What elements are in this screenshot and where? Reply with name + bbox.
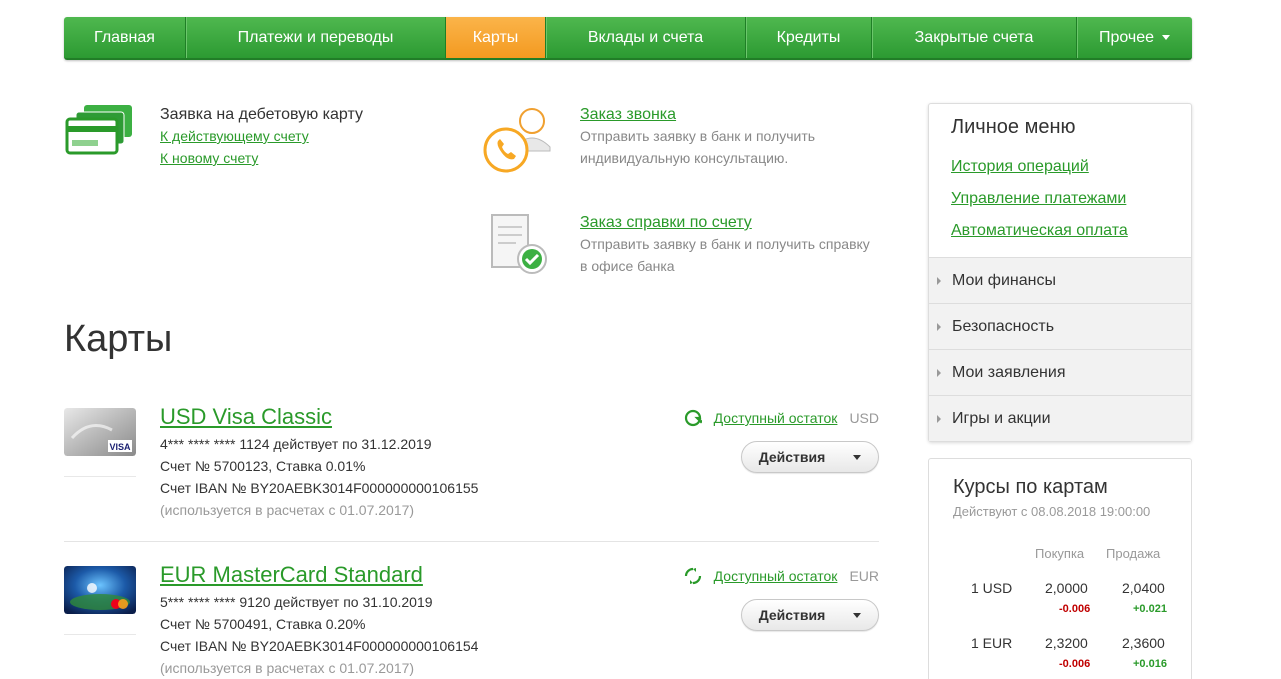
refresh-icon[interactable] bbox=[684, 409, 702, 427]
nav-item-closed-accounts[interactable]: Закрытые счета bbox=[872, 17, 1077, 58]
divider bbox=[64, 541, 879, 542]
card-account: Счет № 5700123, Ставка 0.01% bbox=[160, 458, 366, 474]
personal-menu-header: Личное меню История операций Управление … bbox=[929, 104, 1191, 258]
nav-item-other[interactable]: Прочее bbox=[1077, 17, 1192, 58]
cards-stack-icon bbox=[65, 105, 132, 155]
statement-link[interactable]: Заказ справки по счету bbox=[580, 214, 752, 231]
debit-card-title: Заявка на дебетовую карту bbox=[160, 106, 363, 123]
statement-desc-1: Отправить заявку в банк и получить справ… bbox=[580, 236, 870, 252]
new-account-link[interactable]: К новому счету bbox=[160, 150, 258, 166]
rate-currency: 1 EUR bbox=[971, 635, 1013, 651]
card-item: VISA USD Visa Classic 4*** **** **** 112… bbox=[64, 404, 879, 524]
main-nav: Главная Платежи и переводы Карты Вклады … bbox=[64, 17, 1192, 60]
existing-account-link[interactable]: К действующему счету bbox=[160, 128, 309, 144]
card-note: (используется в расчетах с 01.07.2017) bbox=[160, 502, 415, 518]
nav-label: Закрытые счета bbox=[914, 28, 1034, 46]
rate-currency: 1 USD bbox=[971, 580, 1013, 596]
consultant-phone-icon bbox=[483, 108, 551, 173]
rate-buy: 2,0000 bbox=[1045, 580, 1088, 596]
menu-section-label: Мои финансы bbox=[952, 271, 1056, 289]
card-note: (используется в расчетах с 01.07.2017) bbox=[160, 660, 415, 676]
currency-label: EUR bbox=[849, 568, 879, 584]
chevron-down-icon bbox=[1162, 35, 1171, 40]
menu-link-autopay[interactable]: Автоматическая оплата bbox=[951, 215, 1169, 247]
personal-menu: Личное меню История операций Управление … bbox=[928, 103, 1192, 442]
callback-link[interactable]: Заказ звонка bbox=[580, 106, 676, 123]
chevron-down-icon bbox=[853, 454, 862, 460]
card-number: 4*** **** **** 1124 действует по 31.12.2… bbox=[160, 436, 432, 452]
balance-row: Доступный остаток EUR bbox=[684, 567, 879, 585]
callback-desc-2: индивидуальную консультацию. bbox=[580, 150, 789, 166]
card-item: EUR MasterCard Standard 5*** **** **** 9… bbox=[64, 562, 879, 679]
card-number: 5*** **** **** 9120 действует по 31.10.2… bbox=[160, 594, 433, 610]
nav-item-payments[interactable]: Платежи и переводы bbox=[186, 17, 446, 58]
rates-title: Курсы по картам bbox=[953, 476, 1108, 498]
menu-section-security[interactable]: Безопасность bbox=[929, 304, 1191, 350]
card-name-link[interactable]: USD Visa Classic bbox=[160, 404, 332, 430]
nav-item-home[interactable]: Главная bbox=[64, 17, 186, 58]
menu-section-applications[interactable]: Мои заявления bbox=[929, 350, 1191, 396]
actions-label: Действия bbox=[758, 607, 826, 623]
refresh-icon[interactable] bbox=[684, 567, 702, 585]
actions-button[interactable]: Действия bbox=[741, 599, 879, 631]
actions-label: Действия bbox=[758, 449, 826, 465]
nav-item-deposits[interactable]: Вклады и счета bbox=[546, 17, 746, 58]
rate-buy-delta: -0.006 bbox=[1059, 658, 1091, 670]
chevron-right-icon bbox=[937, 414, 941, 423]
card-name-link[interactable]: EUR MasterCard Standard bbox=[160, 562, 423, 588]
document-check-icon bbox=[491, 214, 547, 274]
menu-section-finances[interactable]: Мои финансы bbox=[929, 258, 1191, 304]
card-account: Счет № 5700491, Ставка 0.20% bbox=[160, 616, 366, 632]
rate-sell: 2,3600 bbox=[1122, 635, 1165, 651]
balance-row: Доступный остаток USD bbox=[684, 409, 879, 427]
available-balance-link[interactable]: Доступный остаток bbox=[714, 410, 838, 426]
callback-desc-1: Отправить заявку в банк и получить bbox=[580, 128, 816, 144]
card-rates-panel: Курсы по картам Действуют с 08.08.2018 1… bbox=[928, 458, 1192, 679]
rate-sell-delta: +0.016 bbox=[1133, 658, 1167, 670]
chevron-right-icon bbox=[937, 276, 941, 285]
chevron-right-icon bbox=[937, 322, 941, 331]
nav-label: Вклады и счета bbox=[587, 28, 704, 46]
available-balance-link[interactable]: Доступный остаток bbox=[714, 568, 838, 584]
page: Главная Платежи и переводы Карты Вклады … bbox=[0, 0, 1281, 679]
divider bbox=[64, 476, 136, 477]
menu-section-games[interactable]: Игры и акции bbox=[929, 396, 1191, 441]
nav-label: Карты bbox=[472, 28, 519, 46]
rate-buy-delta: -0.006 bbox=[1059, 603, 1091, 615]
nav-item-cards[interactable]: Карты bbox=[446, 17, 546, 58]
menu-section-label: Игры и акции bbox=[952, 409, 1051, 427]
menu-section-label: Безопасность bbox=[952, 317, 1055, 335]
rate-sell-delta: +0.021 bbox=[1133, 603, 1167, 615]
divider bbox=[64, 634, 136, 635]
currency-label: USD bbox=[849, 410, 879, 426]
chevron-right-icon bbox=[937, 368, 941, 377]
menu-link-payments-management[interactable]: Управление платежами bbox=[951, 183, 1169, 215]
menu-section-label: Мои заявления bbox=[952, 363, 1066, 381]
card-iban: Счет IBAN № BY20AEBK3014F000000000106155 bbox=[160, 480, 479, 496]
page-title: Карты bbox=[64, 318, 173, 360]
nav-label: Главная bbox=[94, 28, 155, 46]
visa-card-image[interactable]: VISA bbox=[64, 408, 136, 456]
svg-text:VISA: VISA bbox=[109, 442, 131, 452]
personal-menu-title: Личное меню bbox=[951, 116, 1076, 138]
menu-link-history[interactable]: История операций bbox=[951, 151, 1169, 183]
card-iban: Счет IBAN № BY20AEBK3014F000000000106154 bbox=[160, 638, 479, 654]
actions-button[interactable]: Действия bbox=[741, 441, 879, 473]
rate-buy: 2,3200 bbox=[1045, 635, 1088, 651]
chevron-down-icon bbox=[853, 612, 862, 618]
rates-col-sell: Продажа bbox=[1106, 546, 1161, 561]
nav-label: Прочее bbox=[1098, 28, 1155, 46]
rates-subtitle: Действуют с 08.08.2018 19:00:00 bbox=[953, 504, 1151, 519]
statement-desc-2: в офисе банка bbox=[580, 258, 675, 274]
mastercard-card-image[interactable] bbox=[64, 566, 136, 614]
nav-item-credits[interactable]: Кредиты bbox=[746, 17, 872, 58]
nav-label: Кредиты bbox=[776, 28, 841, 46]
nav-label: Платежи и переводы bbox=[237, 28, 394, 46]
rates-col-buy: Покупка bbox=[1035, 546, 1085, 561]
rate-sell: 2,0400 bbox=[1122, 580, 1165, 596]
